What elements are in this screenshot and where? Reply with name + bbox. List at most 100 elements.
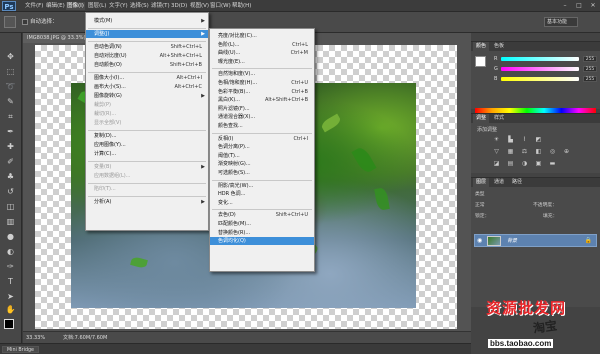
menu-item[interactable]: 匹配颜色(M)... — [210, 220, 314, 228]
menu-item[interactable]: 阈值(T)... — [210, 152, 314, 160]
foreground-color-box[interactable] — [475, 56, 486, 67]
menu-item[interactable]: 色彩平衡(B)... Ctrl+B — [210, 88, 314, 96]
quick-select-tool-icon[interactable]: ✎ — [4, 96, 17, 107]
menu-item[interactable]: 图像旋转(G) ▶ — [86, 92, 208, 100]
blur-tool-icon[interactable]: ● — [4, 231, 17, 242]
channel-b-value[interactable]: 255 — [583, 76, 597, 82]
tab-paths[interactable]: 路径 — [509, 178, 525, 187]
tab-channels[interactable]: 通道 — [491, 178, 507, 187]
menu-3d[interactable]: 3D(D) — [170, 2, 188, 10]
menu-item[interactable]: 渐变映射(G)... — [210, 160, 314, 168]
selective-color-adjustment-icon[interactable]: ▣ — [535, 160, 542, 167]
move-tool-icon[interactable]: ✥ — [4, 51, 17, 62]
clone-stamp-tool-icon[interactable]: ♣ — [4, 171, 17, 182]
menu-item[interactable]: 模式(M) ▶ — [86, 17, 208, 25]
layer-filter-kind[interactable]: 类型 — [475, 190, 595, 199]
invert-adjustment-icon[interactable]: ◪ — [493, 160, 500, 167]
hand-tool-icon[interactable]: ✋ — [4, 304, 17, 315]
menu-image[interactable]: 图像(I) — [66, 2, 85, 10]
menu-item[interactable]: 应用图像(Y)... — [86, 141, 208, 149]
photo-filter-adjustment-icon[interactable]: ◎ — [549, 148, 556, 155]
menu-item[interactable]: 去色(D) Shift+Ctrl+U — [210, 211, 314, 219]
foreground-color-swatch[interactable] — [4, 319, 14, 329]
menu-item[interactable]: 变化... — [210, 199, 314, 207]
menu-item[interactable]: 亮度/对比度(C)... — [210, 32, 314, 40]
healing-brush-tool-icon[interactable]: ✚ — [4, 141, 17, 152]
dodge-tool-icon[interactable]: ◐ — [4, 246, 17, 257]
menu-item[interactable]: 分析(A) ▶ — [86, 198, 208, 206]
gradient-tool-icon[interactable]: ▥ — [4, 216, 17, 227]
menu-view[interactable]: 视图(V) — [189, 2, 210, 10]
layer-name[interactable]: 背景 — [507, 237, 517, 244]
menu-item[interactable]: 画布大小(S)... Alt+Ctrl+C — [86, 83, 208, 91]
menu-item[interactable]: 自动颜色(O) Shift+Ctrl+B — [86, 61, 208, 69]
menu-item[interactable]: 通道混合器(X)... — [210, 113, 314, 121]
channel-r-slider[interactable] — [501, 57, 579, 61]
black-white-adjustment-icon[interactable]: ◧ — [535, 148, 542, 155]
menu-layer[interactable]: 图层(L) — [87, 2, 107, 10]
menu-item[interactable]: 图像大小(I)... Alt+Ctrl+I — [86, 74, 208, 82]
menu-item[interactable]: 可选颜色(S)... — [210, 169, 314, 177]
menu-item[interactable]: 计算(C)... — [86, 150, 208, 158]
history-brush-tool-icon[interactable]: ↺ — [4, 186, 17, 197]
menu-item[interactable]: 自然饱和度(V)... — [210, 70, 314, 78]
lasso-tool-icon[interactable]: ➰ — [4, 81, 17, 92]
path-select-tool-icon[interactable]: ➤ — [4, 291, 17, 302]
menu-item[interactable]: 阴影/高光(W)... — [210, 182, 314, 190]
channel-mixer-adjustment-icon[interactable]: ⊕ — [563, 148, 570, 155]
auto-select-checkbox[interactable] — [22, 19, 28, 25]
menu-item[interactable]: 自动对比度(U) Alt+Shift+Ctrl+L — [86, 52, 208, 60]
layer-background[interactable]: ◉ 背景 🔒 — [474, 234, 597, 247]
tab-adjustments[interactable]: 调整 — [473, 114, 490, 123]
posterize-adjustment-icon[interactable]: ▤ — [507, 160, 514, 167]
tab-layers[interactable]: 图层 — [473, 178, 490, 187]
vibrance-adjustment-icon[interactable]: ▽ — [493, 148, 500, 155]
close-icon[interactable]: ✕ — [589, 2, 597, 9]
menu-item[interactable]: 替换颜色(R)... — [210, 229, 314, 237]
pen-tool-icon[interactable]: ✑ — [4, 261, 17, 272]
menu-window[interactable]: 窗口(W) — [209, 2, 232, 10]
channel-r-value[interactable]: 255 — [583, 56, 597, 62]
channel-g-slider[interactable] — [501, 67, 579, 71]
levels-adjustment-icon[interactable]: ▙ — [507, 136, 514, 143]
eraser-tool-icon[interactable]: ◫ — [4, 201, 17, 212]
menu-type[interactable]: 文字(Y) — [108, 2, 129, 10]
menu-item[interactable]: 复制(D)... — [86, 132, 208, 140]
color-balance-adjustment-icon[interactable]: ⚖ — [521, 148, 528, 155]
menu-item[interactable]: 调整(J) ▶ — [86, 30, 208, 38]
mini-bridge-tab[interactable]: Mini Bridge — [2, 346, 40, 353]
menu-file[interactable]: 文件(F) — [24, 2, 44, 10]
menu-item[interactable]: 色调均化(Q) — [210, 237, 314, 246]
minimize-icon[interactable]: – — [561, 2, 569, 9]
menu-item[interactable]: 曝光度(E)... — [210, 58, 314, 66]
tab-color[interactable]: 颜色 — [473, 42, 490, 51]
workspace-select[interactable]: 基本功能 — [544, 17, 578, 27]
exposure-adjustment-icon[interactable]: ◩ — [535, 136, 542, 143]
move-tool-preset-icon[interactable] — [4, 16, 16, 28]
menu-item[interactable]: 色阶(L)... Ctrl+L — [210, 41, 314, 49]
menu-item[interactable]: HDR 色调... — [210, 190, 314, 198]
eyedropper-tool-icon[interactable]: ✒ — [4, 126, 17, 137]
menu-help[interactable]: 帮助(H) — [231, 2, 252, 10]
tab-swatches[interactable]: 色板 — [491, 42, 507, 51]
menu-item[interactable]: 黑白(K)... Alt+Shift+Ctrl+B — [210, 96, 314, 104]
maximize-icon[interactable]: □ — [575, 2, 583, 9]
menu-select[interactable]: 选择(S) — [129, 2, 150, 10]
menu-edit[interactable]: 编辑(E) — [45, 2, 66, 10]
threshold-adjustment-icon[interactable]: ◑ — [521, 160, 528, 167]
visibility-eye-icon[interactable]: ◉ — [477, 237, 482, 245]
hue-saturation-adjustment-icon[interactable]: ▦ — [507, 148, 514, 155]
crop-tool-icon[interactable]: ⌗ — [4, 111, 17, 122]
menu-item[interactable]: 照片滤镜(F)... — [210, 105, 314, 113]
menu-item[interactable]: 反相(I) Ctrl+I — [210, 135, 314, 143]
marquee-tool-icon[interactable]: ⬚ — [4, 66, 17, 77]
brush-tool-icon[interactable]: ✐ — [4, 156, 17, 167]
tab-styles[interactable]: 样式 — [491, 114, 507, 123]
menu-item[interactable]: 颜色查找... — [210, 122, 314, 130]
channel-b-slider[interactable] — [501, 77, 579, 81]
menu-item[interactable]: 色相/饱和度(H)... Ctrl+U — [210, 79, 314, 87]
menu-item[interactable]: 曲线(U)... Ctrl+M — [210, 49, 314, 57]
type-tool-icon[interactable]: T — [4, 276, 17, 287]
channel-g-value[interactable]: 255 — [583, 66, 597, 72]
gradient-map-adjustment-icon[interactable]: ▬ — [549, 160, 556, 167]
